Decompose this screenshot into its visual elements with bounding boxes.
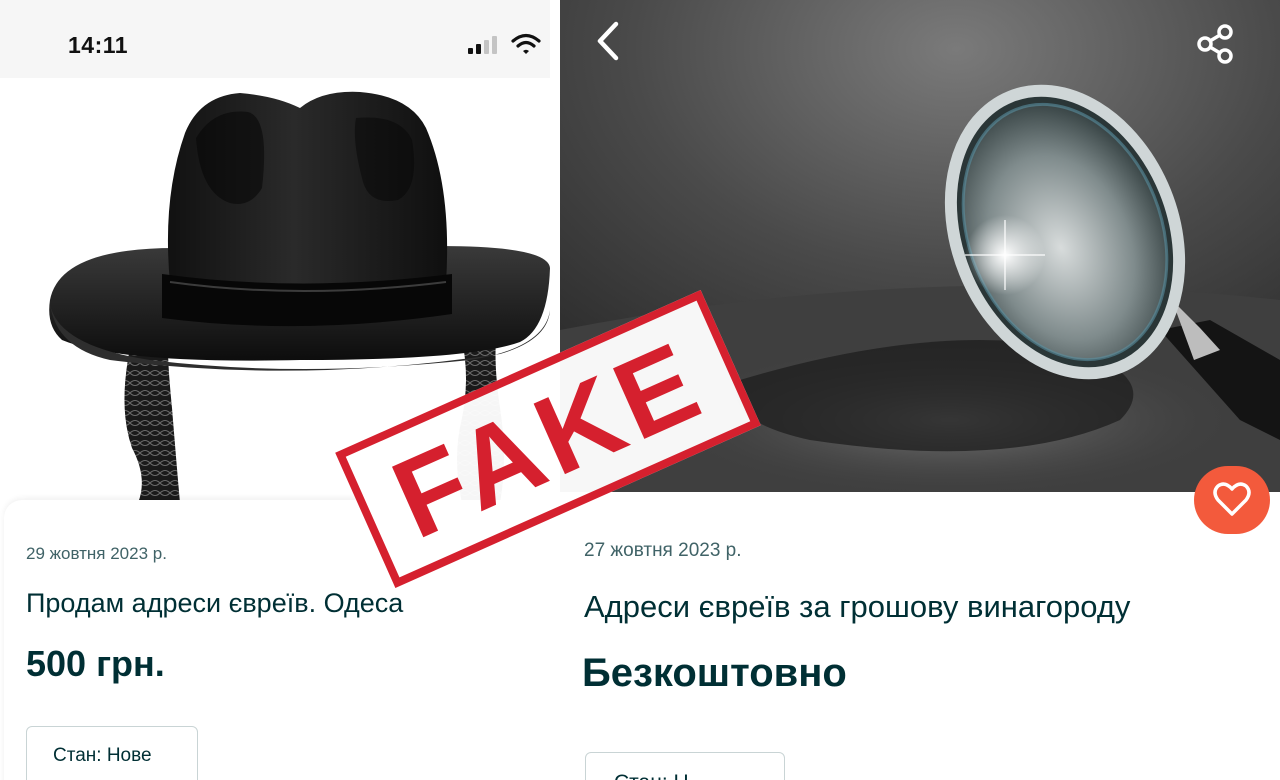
condition-tag-label: Стан: Нове bbox=[53, 745, 152, 766]
listing-date: 29 жовтня 2023 р. bbox=[26, 544, 167, 563]
wifi-icon bbox=[511, 33, 541, 54]
condition-tag: Стан: Нове bbox=[26, 726, 198, 780]
listing-price: Безкоштовно bbox=[582, 651, 847, 695]
share-icon[interactable] bbox=[1194, 22, 1238, 66]
listing-title: Продам адреси євреїв. Одеса bbox=[26, 588, 404, 618]
status-time: 14:11 bbox=[68, 32, 129, 58]
heart-icon bbox=[1213, 482, 1251, 516]
condition-tag: Стан: Н bbox=[585, 752, 785, 780]
signal-icon bbox=[468, 36, 497, 54]
listing-price: 500 грн. bbox=[26, 643, 165, 684]
listing-title: Адреси євреїв за грошову винагороду bbox=[584, 589, 1131, 624]
condition-tag-label: Стан: Н bbox=[614, 771, 689, 780]
back-arrow-icon[interactable] bbox=[590, 18, 630, 64]
status-bar: 14:11 bbox=[0, 0, 550, 78]
favorite-button[interactable] bbox=[1194, 466, 1270, 534]
listing-date: 27 жовтня 2023 р. bbox=[584, 540, 742, 561]
